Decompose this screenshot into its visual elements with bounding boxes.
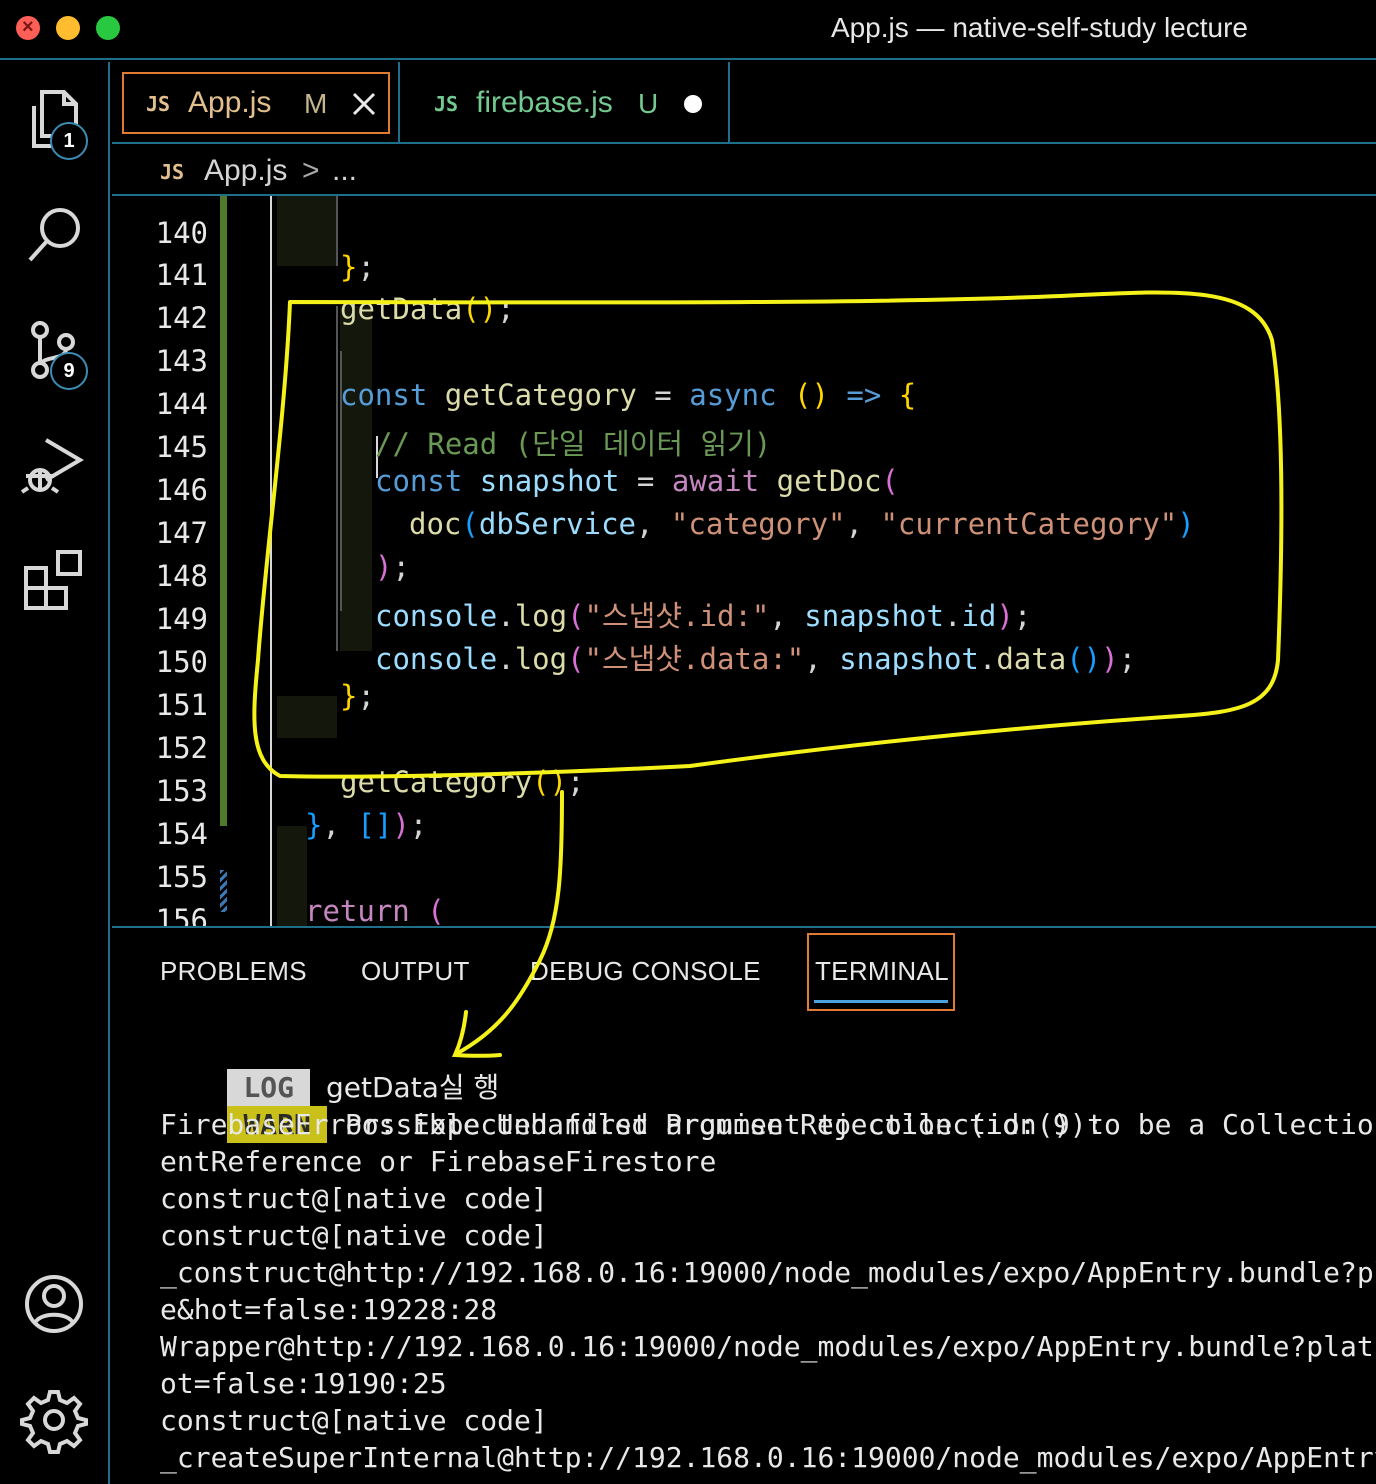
tab-terminal[interactable]: TERMINAL	[815, 956, 949, 987]
tab-label: firebase.js	[476, 86, 613, 119]
terminal-line: _construct@http://192.168.0.16:19000/nod…	[160, 1256, 1376, 1289]
window-title: App.js — native-self-study lecture	[830, 12, 1248, 43]
editor-tabs: JS App.js M JS firebase.js U	[112, 62, 1376, 144]
code-line: 148 console.log("스냅샷.id:", snapshot.id);	[112, 525, 1376, 633]
chevron-right-icon: >	[302, 154, 320, 187]
terminal-log-line: LOG getData실 행	[160, 1032, 499, 1106]
code-line: 154	[112, 783, 1376, 851]
code-line: 152 getCategory();	[112, 697, 1376, 799]
tab-app-js[interactable]: JS App.js M	[112, 62, 400, 144]
code-line: 151	[112, 654, 1376, 722]
code-line: 142	[112, 267, 1376, 335]
terminal-line: construct@[native code]	[160, 1404, 548, 1437]
search-icon[interactable]	[20, 200, 92, 272]
close-tab-icon[interactable]	[350, 90, 378, 118]
terminal-line: Wrapper@http://192.168.0.16:19000/node_m…	[160, 1330, 1376, 1363]
code-line: 141 getData();	[112, 224, 1376, 326]
line-number: 156	[155, 903, 208, 926]
settings-gear-icon[interactable]	[20, 1384, 92, 1456]
code-line: 146 doc(dbService, "category", "currentC…	[112, 439, 1376, 541]
terminal-line: ot=false:19190:25	[160, 1367, 447, 1400]
tab-output[interactable]: OUTPUT	[361, 956, 470, 987]
explorer-icon[interactable]: 1	[20, 84, 92, 160]
terminal-line: construct@[native code]	[160, 1182, 548, 1215]
terminal-line: construct@[native code]	[160, 1219, 548, 1252]
close-window-button[interactable]	[16, 16, 40, 40]
code-line: 149 console.log("스냅샷.data:", snapshot.da…	[112, 568, 1376, 676]
bottom-panel: PROBLEMS OUTPUT DEBUG CONSOLE TERMINAL L…	[112, 926, 1376, 1484]
breadcrumb-file[interactable]: App.js	[204, 154, 287, 188]
extensions-icon[interactable]	[20, 546, 92, 618]
code-line: 153 }, []);	[112, 740, 1376, 842]
code-line: 147 );	[112, 482, 1376, 584]
terminal-warn-line: WARN Possible Unhandled Promise Rejection…	[160, 1069, 1103, 1143]
code-line: 143 const getCategory = async () => {	[112, 310, 1376, 412]
tab-problems[interactable]: PROBLEMS	[160, 956, 307, 987]
tab-label: App.js	[188, 86, 272, 119]
code-line: 155 return (	[112, 826, 1376, 926]
code-line: 145 const snapshot = await getDoc(	[112, 396, 1376, 498]
tab-status: U	[638, 88, 659, 119]
js-file-icon: JS	[434, 92, 459, 116]
minimize-window-button[interactable]	[56, 16, 80, 40]
terminal-line: FirebaseError: Expected first argument t…	[160, 1108, 1376, 1141]
source-control-icon[interactable]: 9	[20, 316, 92, 390]
explorer-badge: 1	[50, 122, 88, 160]
account-icon[interactable]	[20, 1268, 92, 1340]
js-file-icon: JS	[146, 92, 171, 116]
code-line: 150 };	[112, 611, 1376, 713]
code-line: 140 };	[112, 196, 1376, 284]
active-tab-underline	[814, 1000, 948, 1003]
terminal-line: _createSuperInternal@http://192.168.0.16…	[160, 1441, 1376, 1474]
terminal-line: e&hot=false:19228:28	[160, 1293, 498, 1326]
breadcrumb-more[interactable]: ...	[332, 154, 357, 188]
breadcrumb: JS App.js > ...	[112, 144, 1376, 196]
code-line: 156 <SafeAreaView style={styles.containe…	[112, 869, 1376, 926]
tab-status: M	[304, 88, 328, 119]
title-bar: App.js — native-self-study lecture	[0, 0, 1376, 60]
tab-debug-console[interactable]: DEBUG CONSOLE	[530, 956, 761, 987]
unsaved-dot-icon[interactable]	[684, 95, 702, 113]
code-editor[interactable]: 140 }; 141 getData(); 142 143 const getC…	[112, 196, 1376, 926]
js-file-icon: JS	[160, 160, 185, 184]
terminal-line: entReference or FirebaseFirestore	[160, 1145, 717, 1178]
code-line: 144 // Read (단일 데이터 읽기)	[112, 353, 1376, 461]
run-debug-icon[interactable]	[20, 432, 92, 504]
tab-firebase-js[interactable]: JS firebase.js U	[400, 62, 730, 144]
activity-bar: 1 9	[0, 62, 110, 1484]
source-control-badge: 9	[50, 352, 88, 390]
maximize-window-button[interactable]	[96, 16, 120, 40]
